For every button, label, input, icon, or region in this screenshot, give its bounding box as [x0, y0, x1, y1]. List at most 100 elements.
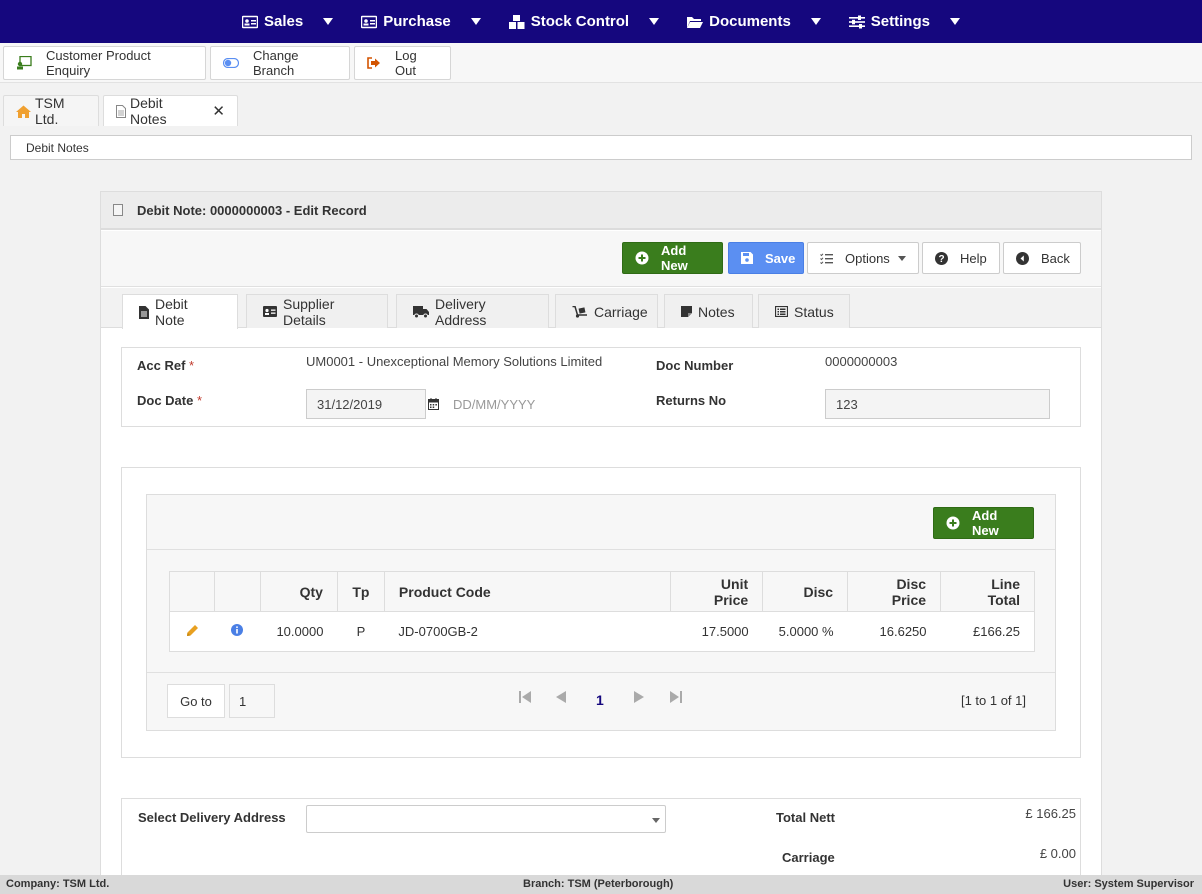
carriage-label: Carriage — [782, 850, 835, 865]
save-button[interactable]: Save — [728, 242, 804, 274]
caret-down-icon — [652, 818, 660, 823]
nav-stock-control[interactable]: Stock Control — [495, 0, 673, 43]
disc-price-cell: 16.6250 — [847, 611, 941, 652]
panel-header: Debit Note: 0000000003 - Edit Record — [101, 192, 1101, 230]
col-line-total[interactable]: Line Total — [940, 571, 1035, 612]
lines-grid: Add New Qty Tp Product Code Unit Price D… — [146, 494, 1056, 731]
chevron-down-icon — [810, 18, 821, 25]
unit-price-cell: 17.5000 — [670, 611, 763, 652]
boxes-icon — [508, 14, 525, 29]
total-nett-value: £ 166.25 — [1025, 806, 1076, 821]
tab-debit-notes-label: Debit Notes — [130, 95, 167, 127]
close-icon[interactable]: ✕ — [212, 102, 225, 120]
product-code-cell: JD-0700GB-2 — [384, 611, 671, 652]
pencil-icon[interactable] — [186, 624, 199, 637]
go-to-button[interactable]: Go to — [167, 684, 225, 718]
log-out-button[interactable]: Log Out — [354, 46, 451, 80]
grid-toolbar: Add New — [147, 495, 1055, 550]
tab-home[interactable]: TSM Ltd. — [3, 95, 99, 127]
help-button[interactable]: ? Help — [922, 242, 1000, 274]
calendar-icon[interactable] — [428, 398, 439, 410]
home-icon — [16, 105, 31, 118]
change-branch-button[interactable]: Change Branch — [210, 46, 350, 80]
prev-page-icon[interactable] — [556, 691, 566, 703]
current-page[interactable]: 1 — [596, 692, 604, 708]
nav-settings[interactable]: Settings — [835, 0, 974, 43]
grid-add-new-button[interactable]: Add New — [933, 507, 1034, 539]
back-button[interactable]: Back — [1003, 242, 1081, 274]
tab-status[interactable]: Status — [758, 294, 850, 328]
tab-supplier-details[interactable]: Supplier Details — [246, 294, 388, 328]
tab-notes[interactable]: Notes — [664, 294, 753, 328]
arrow-left-circle-icon — [1016, 251, 1029, 265]
plus-circle-icon — [635, 251, 649, 265]
tab-status-label: Status — [794, 303, 834, 320]
col-unit-price[interactable]: Unit Price — [670, 571, 764, 612]
id-card-icon — [361, 15, 378, 29]
col-disc[interactable]: Disc — [762, 571, 849, 612]
chevron-down-icon — [949, 18, 960, 25]
change-branch-label: Change Branch — [253, 48, 299, 78]
required-marker: * — [189, 358, 195, 373]
customer-product-enquiry-label: Customer Product Enquiry — [46, 48, 151, 78]
options-label: Options — [845, 250, 890, 266]
edit-cell — [169, 611, 215, 652]
grid-pager: Go to 1 1 [1 to 1 of 1] — [147, 672, 1055, 730]
customer-product-enquiry-button[interactable]: Customer Product Enquiry — [3, 46, 206, 80]
next-page-icon[interactable] — [634, 691, 644, 703]
tab-debit-notes[interactable]: Debit Notes ✕ — [103, 95, 238, 127]
tab-carriage[interactable]: Carriage — [555, 294, 658, 328]
nav-purchase[interactable]: Purchase — [347, 0, 495, 43]
doc-number-label: Doc Number — [656, 358, 734, 373]
go-to-page-input[interactable]: 1 — [229, 684, 275, 718]
page-info: [1 to 1 of 1] — [960, 693, 1026, 708]
tab-delivery-address-label: Delivery Address — [435, 295, 487, 328]
last-page-icon[interactable] — [670, 691, 682, 703]
debit-note-panel: Debit Note: 0000000003 - Edit Record Add… — [100, 191, 1102, 882]
doc-date-input[interactable]: 31/12/2019 — [306, 389, 426, 419]
tab-debit-note-label: Debit Note — [155, 296, 188, 328]
list-alt-icon — [775, 306, 788, 317]
col-edit — [169, 571, 215, 612]
chevron-down-icon — [470, 18, 481, 25]
returns-no-input[interactable]: 123 — [825, 389, 1050, 419]
col-disc-price[interactable]: Disc Price — [847, 571, 942, 612]
tab-delivery-address[interactable]: Delivery Address — [396, 294, 549, 328]
svg-text:?: ? — [938, 254, 944, 265]
status-company: Company: TSM Ltd. — [6, 878, 110, 890]
nav-settings-label: Settings — [870, 13, 930, 30]
tab-debit-note[interactable]: Debit Note — [122, 294, 238, 329]
required-marker: * — [196, 393, 203, 408]
lines-table: Qty Tp Product Code Unit Price Disc Disc… — [169, 571, 1035, 652]
nav-documents[interactable]: Documents — [673, 0, 835, 43]
document-icon — [113, 204, 123, 216]
dolly-icon — [572, 305, 588, 318]
info-circle-icon[interactable] — [231, 624, 244, 636]
col-tp[interactable]: Tp — [336, 571, 385, 612]
caret-down-icon — [897, 255, 906, 261]
top-nav: Sales Purchase Stock Control Documents S… — [0, 0, 1202, 43]
total-nett-label: Total Nett — [776, 810, 835, 825]
sign-out-icon — [367, 57, 381, 69]
delivery-address-select[interactable] — [306, 805, 666, 833]
date-format-hint: DD/MM/YYYY — [453, 397, 536, 412]
options-button[interactable]: Options — [807, 242, 919, 274]
tab-carriage-label: Carriage — [594, 303, 648, 320]
carriage-value: £ 0.00 — [1039, 846, 1076, 861]
page-title: Debit Note: 0000000003 - Edit Record — [137, 202, 367, 218]
add-new-button[interactable]: Add New — [622, 242, 723, 274]
grid-add-new-label: Add New — [972, 508, 999, 538]
action-bar: Customer Product Enquiry Change Branch L… — [0, 43, 1202, 83]
file-icon — [116, 104, 126, 118]
info-cell — [214, 611, 261, 652]
nav-sales[interactable]: Sales — [228, 0, 347, 43]
first-page-icon[interactable] — [519, 691, 531, 703]
nav-sales-label: Sales — [264, 13, 304, 30]
col-qty[interactable]: Qty — [259, 571, 338, 612]
col-product-code[interactable]: Product Code — [383, 571, 672, 612]
truck-icon — [413, 305, 429, 318]
save-label: Save — [765, 250, 796, 266]
id-card-icon — [263, 306, 277, 317]
sticky-note-icon — [681, 306, 692, 317]
customer-enquiry-icon — [16, 56, 32, 70]
